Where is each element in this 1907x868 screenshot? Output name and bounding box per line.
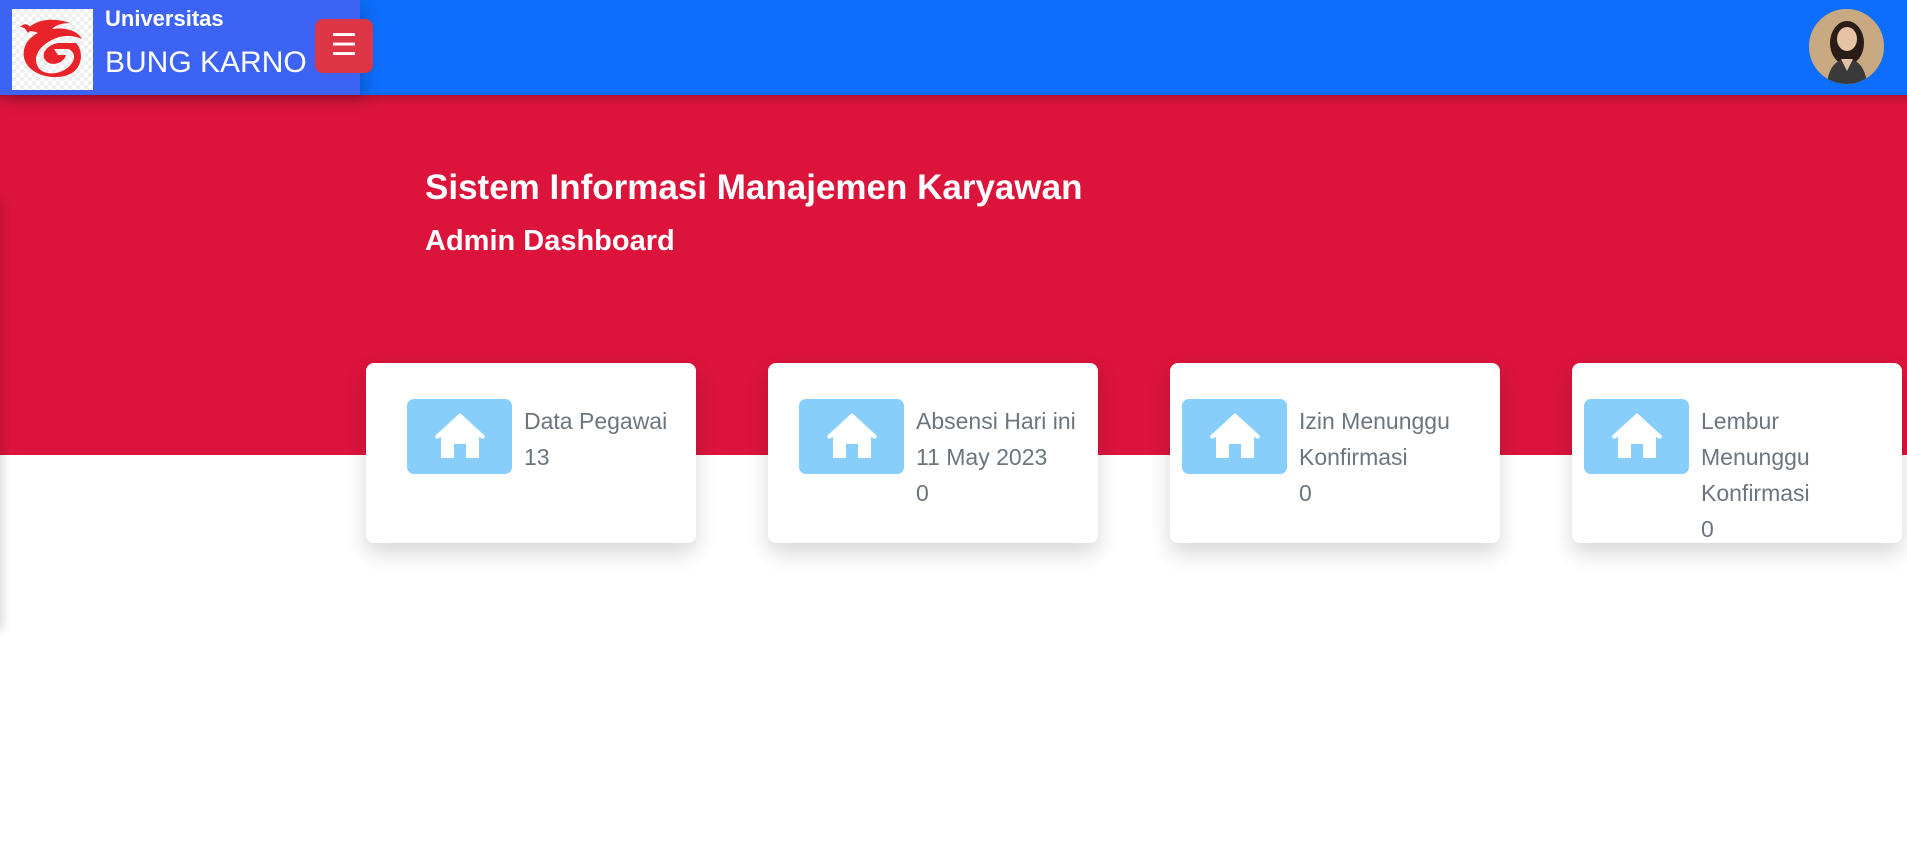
brand-panel[interactable]: Universitas BUNG KARNO	[0, 0, 360, 95]
card-value: 13	[524, 444, 550, 470]
menu-toggle-button[interactable]: ☰	[315, 19, 373, 73]
card-icon-box	[407, 399, 512, 474]
home-icon	[1210, 413, 1260, 458]
card-icon-box	[1584, 399, 1689, 474]
card-text: Izin Menunggu Konfirmasi 0	[1299, 403, 1450, 511]
card-absensi[interactable]: Absensi Hari ini 11 May 2023 0	[768, 363, 1098, 543]
hero-top-shadow	[0, 95, 1907, 105]
card-value: 0	[1701, 516, 1714, 542]
card-date: 11 May 2023	[916, 444, 1048, 470]
university-logo	[12, 9, 93, 90]
card-text: Absensi Hari ini 11 May 2023 0	[916, 403, 1076, 511]
page-subtitle: Admin Dashboard	[425, 225, 675, 257]
home-icon	[1612, 413, 1662, 458]
user-avatar[interactable]	[1809, 9, 1884, 84]
card-label: Data Pegawai	[524, 408, 668, 434]
top-navbar: Universitas BUNG KARNO ☰	[0, 0, 1907, 95]
card-label: Izin Menunggu	[1299, 408, 1450, 434]
page-title: Sistem Informasi Manajemen Karyawan	[425, 168, 1083, 207]
card-label-2: Menunggu	[1701, 444, 1810, 470]
card-text: Lembur Menunggu Konfirmasi 0	[1701, 403, 1810, 547]
card-value: 0	[916, 480, 929, 506]
card-lembur[interactable]: Lembur Menunggu Konfirmasi 0	[1572, 363, 1902, 543]
card-icon-box	[799, 399, 904, 474]
brand-subtitle: Universitas	[105, 6, 224, 31]
card-data-pegawai[interactable]: Data Pegawai 13	[366, 363, 696, 543]
brand-title: BUNG KARNO	[105, 46, 307, 79]
card-label: Absensi Hari ini	[916, 408, 1076, 434]
home-icon	[435, 413, 485, 458]
card-label: Lembur	[1701, 408, 1779, 434]
home-icon	[827, 413, 877, 458]
card-value: 0	[1299, 480, 1312, 506]
dragon-g-logo-icon	[20, 19, 82, 78]
card-label-2: Konfirmasi	[1299, 444, 1408, 470]
card-text: Data Pegawai 13	[524, 403, 667, 475]
card-label-3: Konfirmasi	[1701, 480, 1810, 506]
card-izin[interactable]: Izin Menunggu Konfirmasi 0	[1170, 363, 1500, 543]
user-photo-icon	[1809, 9, 1884, 84]
hamburger-icon: ☰	[330, 29, 358, 62]
card-icon-box	[1182, 399, 1287, 474]
